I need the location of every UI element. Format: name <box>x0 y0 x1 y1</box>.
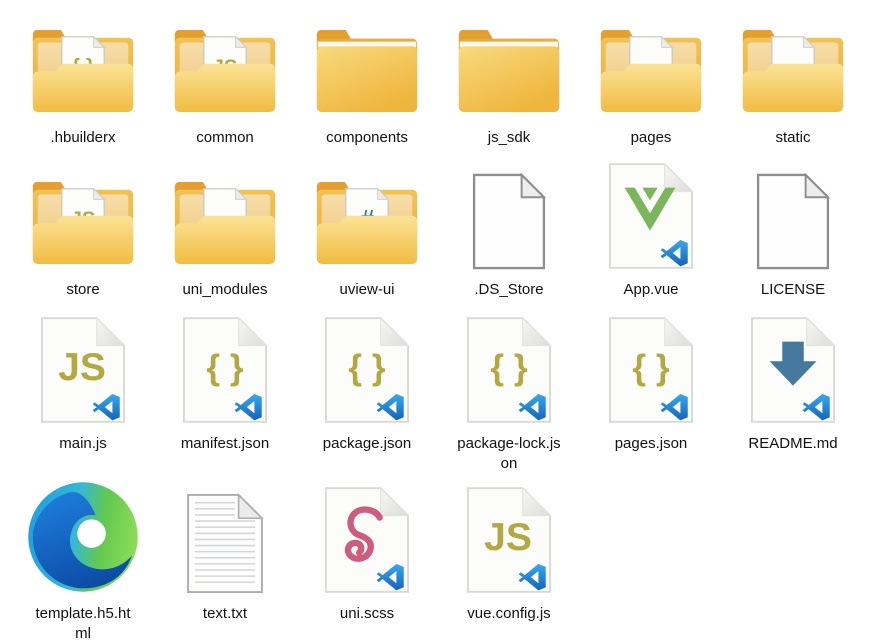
open-folder-js-icon <box>29 179 137 266</box>
file-item-ds-store[interactable]: .DS_Store <box>438 166 580 300</box>
open-folder-document-icon <box>597 27 705 114</box>
file-item-pages-json[interactable]: pages.json <box>580 312 722 474</box>
file-row: store uni_modules uview-ui .DS_Store App.vue… <box>12 166 864 300</box>
file-name-label: components <box>326 128 408 148</box>
json-file-icon <box>466 316 552 424</box>
file-icon-slot <box>40 312 126 424</box>
edge-browser-icon <box>26 480 140 594</box>
file-grid: .hbuilderx common components js_sdk pages sta… <box>0 0 876 644</box>
file-item-uview-ui[interactable]: uview-ui <box>296 166 438 300</box>
file-name-label: main.js <box>59 434 107 454</box>
file-item-hbuilderx[interactable]: .hbuilderx <box>12 22 154 148</box>
file-item-js-sdk[interactable]: js_sdk <box>438 22 580 148</box>
js-file-icon <box>40 316 126 424</box>
file-item-static[interactable]: static <box>722 22 864 148</box>
file-icon-slot <box>171 22 279 118</box>
file-name-label: uview-ui <box>339 280 394 300</box>
file-name-label: README.md <box>748 434 837 454</box>
file-name-label: js_sdk <box>488 128 531 148</box>
file-name-label: pages.json <box>615 434 688 454</box>
file-name-label: store <box>66 280 99 300</box>
file-icon-slot <box>597 22 705 118</box>
open-folder-js-icon <box>171 27 279 114</box>
file-name-label: package.json <box>323 434 411 454</box>
open-folder-braces-icon <box>29 27 137 114</box>
file-icon-slot <box>29 22 137 118</box>
file-row: main.js manifest.json package.json package-… <box>12 312 864 474</box>
open-folder-document-icon <box>171 179 279 266</box>
js-file-icon <box>466 486 552 594</box>
file-icon-slot <box>313 22 421 118</box>
file-item-uni-modules[interactable]: uni_modules <box>154 166 296 300</box>
markdown-file-icon <box>750 316 836 424</box>
file-name-label: manifest.json <box>181 434 269 454</box>
file-row: template.h5.html text.txt uni.scss vue.conf… <box>12 476 864 644</box>
file-item-vue-config-js[interactable]: vue.config.js <box>438 476 580 644</box>
file-item-template-h5-html[interactable]: template.h5.html <box>12 476 154 644</box>
file-icon-slot <box>313 166 421 270</box>
file-item-components[interactable]: components <box>296 22 438 148</box>
file-item-common[interactable]: common <box>154 22 296 148</box>
json-file-icon <box>608 316 694 424</box>
closed-folder-icon <box>313 27 421 114</box>
file-icon-slot <box>29 166 137 270</box>
file-name-label: uni_modules <box>182 280 267 300</box>
file-name-label: vue.config.js <box>467 604 550 624</box>
file-row: .hbuilderx common components js_sdk pages sta… <box>12 22 864 148</box>
file-name-label: uni.scss <box>340 604 394 624</box>
text-file-icon <box>186 493 264 594</box>
file-item-app-vue[interactable]: App.vue <box>580 166 722 300</box>
json-file-icon <box>324 316 410 424</box>
file-item-package-json[interactable]: package.json <box>296 312 438 474</box>
file-item-manifest-json[interactable]: manifest.json <box>154 312 296 474</box>
file-name-label: pages <box>631 128 672 148</box>
file-item-store[interactable]: store <box>12 166 154 300</box>
file-icon-slot <box>324 476 410 594</box>
file-name-label: common <box>196 128 254 148</box>
file-icon-slot <box>466 312 552 424</box>
file-name-label: .hbuilderx <box>50 128 115 148</box>
file-name-label: LICENSE <box>761 280 825 300</box>
file-icon-slot <box>750 312 836 424</box>
open-folder-document-icon <box>739 27 847 114</box>
file-icon-slot <box>608 166 694 270</box>
file-name-label: static <box>775 128 810 148</box>
file-item-text-txt[interactable]: text.txt <box>154 476 296 644</box>
file-name-label: .DS_Store <box>474 280 543 300</box>
file-icon-slot <box>186 476 264 594</box>
blank-file-icon <box>472 173 546 270</box>
file-icon-slot <box>182 312 268 424</box>
file-icon-slot <box>756 166 830 270</box>
closed-folder-icon <box>455 27 563 114</box>
json-file-icon <box>182 316 268 424</box>
file-icon-slot <box>608 312 694 424</box>
vue-file-icon <box>608 162 694 270</box>
file-icon-slot <box>324 312 410 424</box>
file-item-pages[interactable]: pages <box>580 22 722 148</box>
blank-file-icon <box>756 173 830 270</box>
file-icon-slot <box>455 22 563 118</box>
file-name-label: App.vue <box>623 280 678 300</box>
file-item-uni-scss[interactable]: uni.scss <box>296 476 438 644</box>
open-folder-hash-icon <box>313 179 421 266</box>
file-icon-slot <box>26 476 140 594</box>
file-icon-slot <box>739 22 847 118</box>
file-name-label: template.h5.html <box>30 604 136 644</box>
file-icon-slot <box>466 476 552 594</box>
file-name-label: package-lock.json <box>456 434 562 474</box>
file-item-license[interactable]: LICENSE <box>722 166 864 300</box>
file-item-main-js[interactable]: main.js <box>12 312 154 474</box>
file-name-label: text.txt <box>203 604 247 624</box>
file-icon-slot <box>171 166 279 270</box>
file-icon-slot <box>472 166 546 270</box>
file-item-readme-md[interactable]: README.md <box>722 312 864 474</box>
sass-file-icon <box>324 486 410 594</box>
file-item-package-lock-json[interactable]: package-lock.json <box>438 312 580 474</box>
